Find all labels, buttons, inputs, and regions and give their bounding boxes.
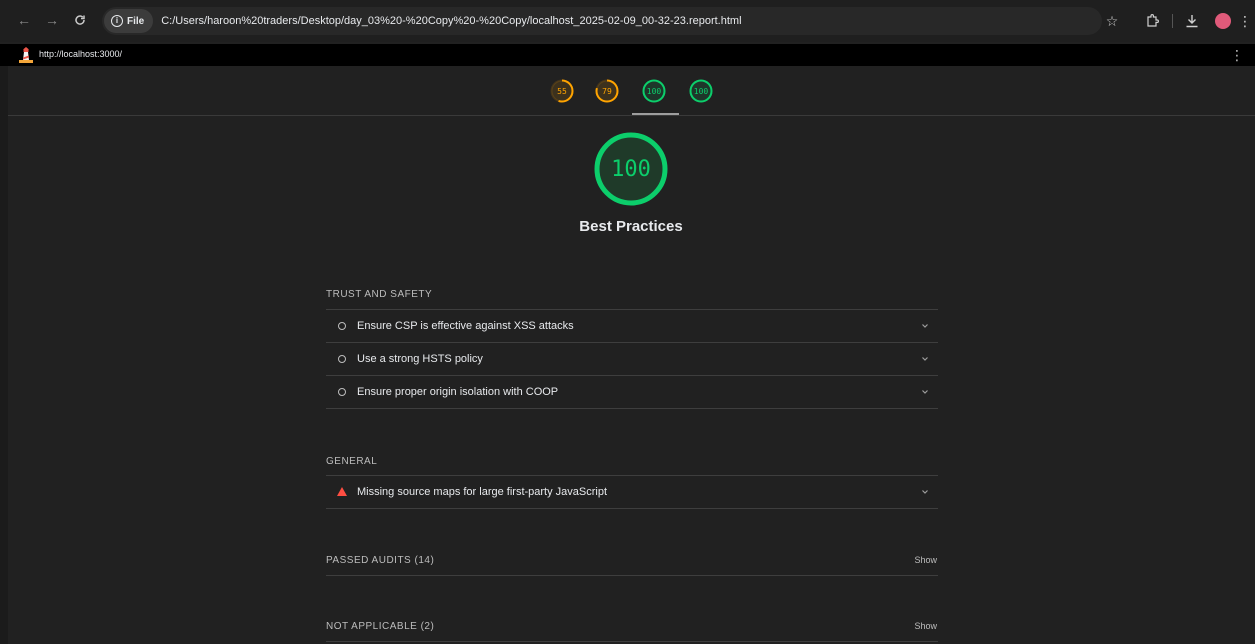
score-value: 100 [693,86,709,96]
info-icon: i [111,15,123,27]
audit-title: Ensure proper origin isolation with COOP [357,386,559,398]
score-gauge-accessibility[interactable]: 79 [595,79,619,103]
report-topbar: http://localhost:3000/ ⋮ [0,44,1255,66]
category-title: Best Practices [579,218,683,235]
profile-avatar[interactable] [1215,13,1231,29]
audit-hsts[interactable]: Use a strong HSTS policy [326,343,938,376]
score-value: 55 [557,86,567,96]
active-tab-indicator [632,113,679,115]
browser-toolbar: ← → i File C:/Users/haroon%20traders/Des… [0,0,1255,42]
category-gauge: 100 [593,131,669,207]
audit-csp-xss[interactable]: Ensure CSP is effective against XSS atta… [326,310,938,343]
audit-source-maps[interactable]: Missing source maps for large first-part… [326,476,938,509]
show-passed-button[interactable]: Show [914,555,937,565]
star-icon[interactable]: ☆ [1102,11,1122,31]
site-info-chip[interactable]: i File [104,9,154,33]
group-title-passed-audits: PASSED AUDITS (14) [326,555,435,566]
address-bar[interactable]: i File C:/Users/haroon%20traders/Desktop… [102,7,1102,35]
lighthouse-logo [19,47,33,63]
score-strip: 55 79 100 100 [8,66,1255,116]
audit-coop[interactable]: Ensure proper origin isolation with COOP [326,376,938,409]
extensions-icon[interactable] [1142,11,1162,31]
reload-icon[interactable] [70,10,90,30]
page-edge [0,66,8,644]
audit-title: Ensure CSP is effective against XSS atta… [357,320,574,332]
score-gauge-performance[interactable]: 55 [550,79,574,103]
chevron-down-icon[interactable] [920,354,930,364]
browser-menu-icon[interactable]: ⋮ [1238,11,1252,31]
file-label: File [127,15,145,27]
group-title-general: GENERAL [326,456,378,467]
score-value: 79 [602,86,612,96]
chevron-down-icon[interactable] [920,387,930,397]
not-applicable-group[interactable]: NOT APPLICABLE (2) Show [326,610,938,642]
chevron-down-icon[interactable] [920,321,930,331]
group-title-trust-and-safety: TRUST AND SAFETY [326,289,433,300]
informative-icon [338,355,346,363]
forward-icon[interactable]: → [42,10,62,30]
score-gauge-best-practices[interactable]: 100 [642,79,666,103]
toolbar-separator [1172,14,1173,28]
category-score: 100 [611,156,651,182]
score-value: 100 [646,86,662,96]
report-url[interactable]: http://localhost:3000/ [39,49,122,59]
back-icon[interactable]: ← [14,10,34,30]
audit-title: Use a strong HSTS policy [357,353,483,365]
passed-audits-group[interactable]: PASSED AUDITS (14) Show [326,544,938,576]
kebab-menu-icon[interactable]: ⋮ [1230,47,1244,63]
address-text[interactable]: C:/Users/haroon%20traders/Desktop/day_03… [161,15,741,27]
fail-triangle-icon [337,487,347,496]
audit-title: Missing source maps for large first-part… [357,486,608,498]
group-title-not-applicable: NOT APPLICABLE (2) [326,621,435,632]
informative-icon [338,388,346,396]
score-gauge-seo[interactable]: 100 [689,79,713,103]
download-icon[interactable] [1182,11,1202,31]
chevron-down-icon[interactable] [920,487,930,497]
show-not-applicable-button[interactable]: Show [914,621,937,631]
informative-icon [338,322,346,330]
